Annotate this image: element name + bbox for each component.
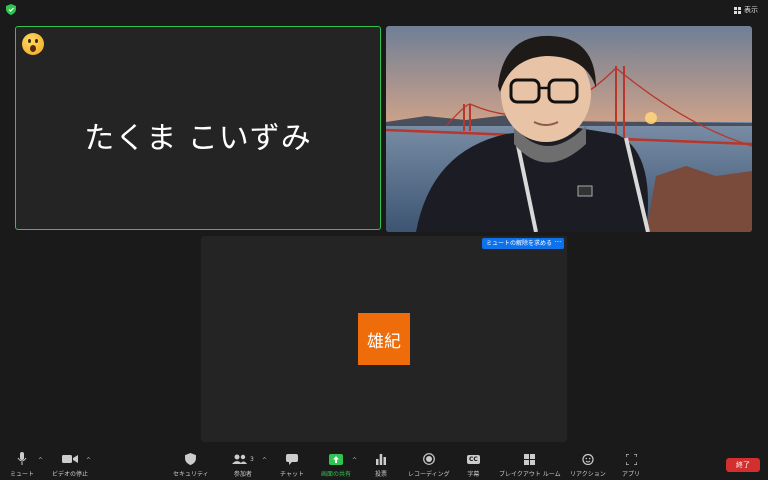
share-screen-icon: [329, 452, 343, 466]
polls-icon: [376, 452, 386, 466]
participant-name: たくま こいずみ: [84, 121, 312, 156]
surprised-emoji-icon: [22, 33, 44, 55]
video-camera-icon: [62, 452, 78, 466]
stop-video-button[interactable]: ビデオの停止: [52, 452, 88, 478]
top-bar: 表示: [0, 0, 768, 20]
record-icon: [422, 452, 435, 466]
participant-video-tile[interactable]: [386, 26, 752, 232]
captions-icon: CC: [467, 454, 480, 464]
captions-button[interactable]: CC 字幕: [467, 452, 480, 478]
security-label: セキュリティ: [173, 471, 209, 478]
participants-button[interactable]: 3 参加者: [232, 452, 254, 478]
avatar: 雄紀: [358, 313, 410, 365]
mute-button[interactable]: ミュート: [10, 452, 34, 478]
chat-label: チャット: [280, 471, 304, 478]
end-meeting-button[interactable]: 終了: [726, 458, 760, 472]
participant-tile-avatar[interactable]: ミュートの解除を求める ··· 雄紀: [201, 236, 567, 442]
participants-label: 参加者: [233, 471, 252, 478]
security-shield-icon: [185, 452, 197, 466]
share-screen-label: 画面の共有: [321, 471, 352, 478]
breakout-rooms-icon: [524, 452, 536, 466]
meeting-toolbar: ミュート ^ ビデオの停止 ^ セキュリティ 3 参加者 ^ チャット 画面の共…: [0, 449, 768, 480]
polls-button[interactable]: 投票: [375, 452, 387, 478]
breakout-rooms-button[interactable]: ブレイクアウト ルーム: [499, 452, 561, 478]
more-options-button[interactable]: ···: [552, 238, 564, 249]
grid-view-icon: [734, 6, 741, 14]
apps-button[interactable]: アプリ: [622, 452, 640, 478]
mute-label: ミュート: [10, 471, 35, 478]
polls-label: 投票: [375, 471, 388, 478]
stop-video-label: ビデオの停止: [52, 471, 89, 478]
view-label: 表示: [744, 6, 758, 14]
mute-options-caret[interactable]: ^: [38, 457, 43, 464]
participants-icon: 3: [232, 452, 254, 466]
record-label: レコーディング: [408, 471, 450, 478]
participant-tile-active-speaker[interactable]: たくま こいずみ: [15, 26, 381, 230]
video-options-caret[interactable]: ^: [86, 457, 91, 464]
captions-label: 字幕: [467, 471, 480, 478]
reactions-label: リアクション: [570, 471, 606, 478]
view-button[interactable]: 表示: [734, 5, 758, 15]
record-button[interactable]: レコーディング: [408, 452, 450, 478]
share-options-caret[interactable]: ^: [352, 457, 357, 464]
reactions-icon: [582, 452, 594, 466]
security-button[interactable]: セキュリティ: [173, 452, 209, 478]
shield-icon[interactable]: [6, 4, 16, 15]
participants-options-caret[interactable]: ^: [262, 457, 267, 464]
chat-button[interactable]: チャット: [280, 452, 304, 478]
apps-label: アプリ: [622, 471, 641, 478]
chat-bubble-icon: [285, 452, 298, 466]
participant-video: [386, 26, 752, 232]
apps-icon: [625, 452, 637, 466]
share-screen-button[interactable]: 画面の共有: [321, 452, 351, 478]
microphone-icon: [17, 452, 27, 466]
request-unmute-button[interactable]: ミュートの解除を求める: [482, 238, 557, 249]
reactions-button[interactable]: リアクション: [570, 452, 606, 478]
breakout-rooms-label: ブレイクアウト ルーム: [499, 471, 561, 478]
participants-count: 3: [250, 455, 254, 463]
